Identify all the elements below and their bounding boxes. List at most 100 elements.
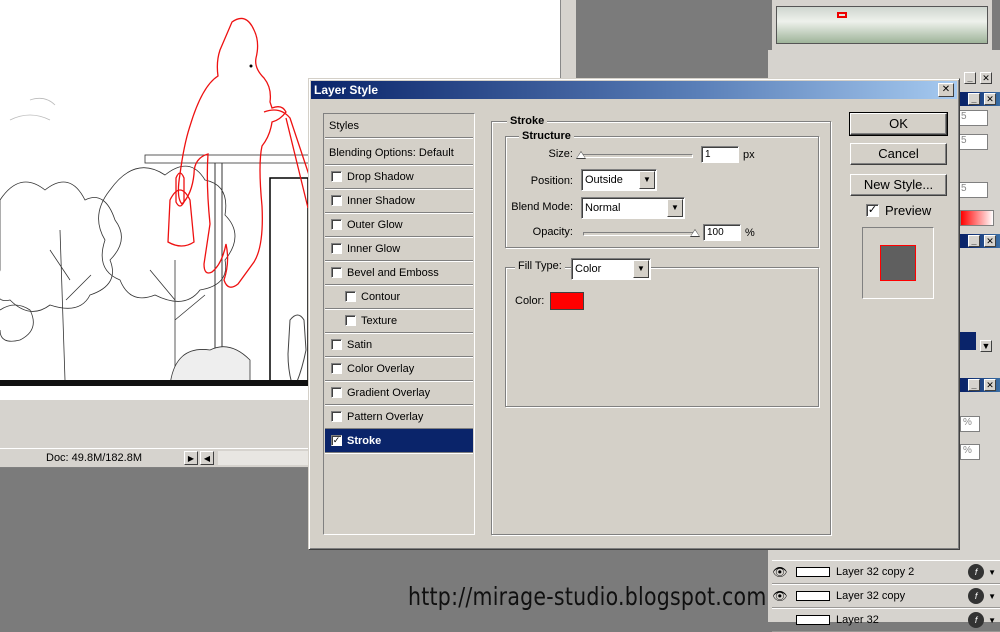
layer-row[interactable]: 👁 Layer 32 copy f ▼ — [772, 584, 1000, 608]
palette-minimize-icon[interactable]: _ — [968, 379, 980, 391]
palette-field[interactable]: % — [960, 416, 980, 432]
effect-item-satin[interactable]: Satin — [325, 333, 473, 357]
layer-effects-icon[interactable]: f — [968, 588, 985, 604]
palette-minimize-icon[interactable]: _ — [968, 235, 980, 247]
new-style-button[interactable]: New Style... — [850, 174, 947, 196]
layer-effects-icon[interactable]: f — [968, 612, 985, 628]
effect-item-bevel-and-emboss[interactable]: Bevel and Emboss — [325, 261, 473, 285]
effect-checkbox[interactable] — [331, 387, 342, 398]
effect-checkbox[interactable] — [331, 363, 342, 374]
effect-label: Pattern Overlay — [347, 410, 424, 423]
opacity-slider-thumb[interactable] — [690, 229, 700, 237]
chevron-down-icon[interactable]: ▼ — [633, 260, 649, 278]
watermark-url: http://mirage-studio.blogspot.com — [408, 582, 767, 611]
effect-checkbox[interactable]: ✓ — [331, 435, 342, 446]
effect-item-outer-glow[interactable]: Outer Glow — [325, 213, 473, 237]
size-slider-track[interactable] — [581, 154, 693, 158]
styles-header-item[interactable]: Styles — [325, 114, 473, 138]
palette-field[interactable]: 5 — [958, 182, 988, 198]
layer-row[interactable]: 👁 Layer 32 copy 2 f ▼ — [772, 560, 1000, 584]
palette-minimize-icon[interactable]: _ — [968, 93, 980, 105]
styles-list: Styles Blending Options: Default Drop Sh… — [323, 113, 475, 535]
effect-checkbox[interactable] — [345, 291, 356, 302]
layer-thumbnail — [796, 591, 830, 601]
swatch-selected[interactable] — [960, 332, 976, 350]
cancel-button[interactable]: Cancel — [850, 143, 947, 165]
palette-minimize-icon[interactable]: _ — [964, 72, 976, 84]
close-icon[interactable]: ✕ — [938, 83, 954, 97]
size-input[interactable]: 1 — [701, 146, 739, 163]
effect-item-inner-glow[interactable]: Inner Glow — [325, 237, 473, 261]
effect-item-inner-shadow[interactable]: Inner Shadow — [325, 189, 473, 213]
opacity-slider-track[interactable] — [583, 232, 695, 236]
effect-item-contour[interactable]: Contour — [325, 285, 473, 309]
scroll-down-icon[interactable]: ▼ — [980, 340, 992, 352]
fill-type-label: Fill Type: — [515, 260, 565, 272]
status-menu-arrow-icon[interactable]: ▶ — [184, 451, 198, 465]
horizontal-scroll-track[interactable] — [218, 451, 310, 465]
layer-name: Layer 32 — [836, 614, 879, 626]
effect-label: Texture — [361, 314, 398, 327]
effect-checkbox[interactable] — [331, 171, 342, 182]
effect-label: Color Overlay — [347, 362, 415, 375]
navigator-thumbnail[interactable] — [776, 6, 988, 44]
layer-expand-arrow-icon[interactable]: ▼ — [988, 616, 996, 625]
effect-label: Drop Shadow — [347, 170, 414, 183]
effect-label: Outer Glow — [347, 218, 403, 231]
fill-type-value: Color — [575, 263, 602, 275]
palette-close-icon[interactable]: ✕ — [984, 379, 996, 391]
effect-item-color-overlay[interactable]: Color Overlay — [325, 357, 473, 381]
structure-section-title: Structure — [519, 130, 574, 142]
opacity-unit: % — [745, 227, 755, 239]
preview-checkbox[interactable]: ✓ — [866, 204, 879, 217]
effect-checkbox[interactable] — [331, 339, 342, 350]
effect-checkbox[interactable] — [331, 195, 342, 206]
effect-item-stroke[interactable]: ✓ Stroke — [325, 429, 473, 453]
palette-field[interactable]: 5 — [958, 110, 988, 126]
layer-row[interactable]: Layer 32 f ▼ — [772, 608, 1000, 632]
palette-close-icon[interactable]: ✕ — [984, 235, 996, 247]
effect-checkbox[interactable] — [331, 219, 342, 230]
layer-style-dialog: Layer Style ✕ Styles Blending Options: D… — [308, 78, 960, 550]
effect-label: Inner Shadow — [347, 194, 415, 207]
blending-options-item[interactable]: Blending Options: Default — [325, 141, 473, 165]
position-value: Outside — [585, 174, 623, 186]
opacity-input[interactable]: 100 — [703, 224, 741, 241]
visibility-eye-icon[interactable]: 👁 — [772, 565, 788, 579]
position-select[interactable]: Outside ▼ — [581, 169, 657, 191]
palette-close-icon[interactable]: ✕ — [980, 72, 992, 84]
scroll-left-icon[interactable]: ◀ — [200, 451, 214, 465]
blend-mode-select[interactable]: Normal ▼ — [581, 197, 685, 219]
navigator-view-box[interactable] — [837, 12, 847, 18]
preview-box — [862, 227, 934, 299]
dialog-titlebar[interactable]: Layer Style ✕ — [311, 81, 957, 99]
stroke-section-title: Stroke — [507, 115, 548, 127]
chevron-down-icon[interactable]: ▼ — [667, 199, 683, 217]
layer-effects-icon[interactable]: f — [968, 564, 985, 580]
layer-expand-arrow-icon[interactable]: ▼ — [988, 592, 996, 601]
palette-field[interactable]: 5 — [958, 134, 988, 150]
layer-name: Layer 32 copy — [836, 590, 906, 602]
effect-checkbox[interactable] — [331, 411, 342, 422]
effect-checkbox[interactable] — [331, 267, 342, 278]
effect-checkbox[interactable] — [331, 243, 342, 254]
effect-item-pattern-overlay[interactable]: Pattern Overlay — [325, 405, 473, 429]
size-slider-thumb[interactable] — [576, 151, 586, 159]
visibility-eye-icon[interactable]: 👁 — [772, 589, 788, 603]
stroke-color-swatch[interactable] — [550, 292, 584, 310]
effect-checkbox[interactable] — [345, 315, 356, 326]
palette-field[interactable]: % — [960, 444, 980, 460]
chevron-down-icon[interactable]: ▼ — [639, 171, 655, 189]
fill-type-select[interactable]: Color ▼ — [571, 258, 651, 280]
effect-label: Stroke — [347, 434, 382, 447]
preview-checkbox-row[interactable]: ✓ Preview — [866, 203, 931, 218]
color-ramp[interactable] — [960, 210, 994, 226]
effect-item-texture[interactable]: Texture — [325, 309, 473, 333]
ok-button[interactable]: OK — [849, 112, 948, 136]
styles-label: Styles — [329, 119, 359, 132]
layer-expand-arrow-icon[interactable]: ▼ — [988, 568, 996, 577]
effect-label: Satin — [347, 338, 373, 351]
palette-close-icon[interactable]: ✕ — [984, 93, 996, 105]
effect-item-gradient-overlay[interactable]: Gradient Overlay — [325, 381, 473, 405]
effect-item-drop-shadow[interactable]: Drop Shadow — [325, 165, 473, 189]
